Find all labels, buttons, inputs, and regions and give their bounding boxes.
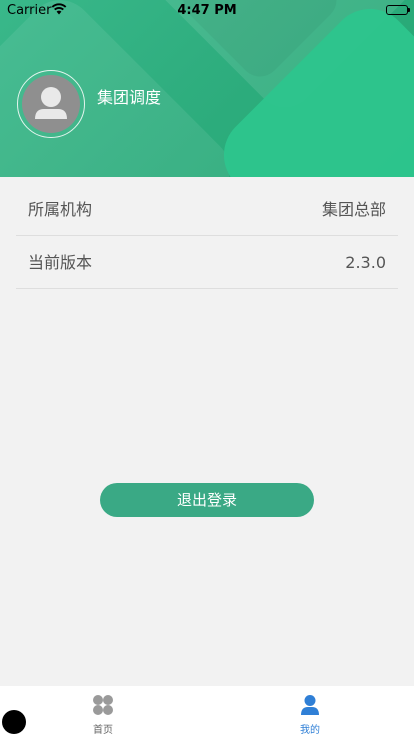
battery-icon [386,5,410,15]
tab-bar: 首页 我的 [0,686,414,736]
status-bar: Carrier 4:47 PM [0,0,414,20]
info-row-organization: 所属机构 集团总部 [16,184,398,236]
tab-home-label: 首页 [93,725,113,736]
tab-mine-label: 我的 [300,725,320,736]
tab-mine[interactable]: 我的 [255,686,365,736]
avatar[interactable] [17,70,85,138]
default-avatar-icon [22,75,80,133]
user-name: 集团调度 [97,88,162,107]
info-row-version: 当前版本 2.3.0 [16,237,398,289]
assistive-touch-button[interactable] [2,710,26,734]
person-icon [299,694,321,716]
grid-icon [92,694,114,716]
organization-value: 集团总部 [321,200,386,219]
organization-label: 所属机构 [28,200,93,219]
tab-home[interactable]: 首页 [48,686,158,736]
version-value: 2.3.0 [345,253,386,272]
profile-header: Carrier 4:47 PM 集团调度 [0,0,414,177]
logout-button[interactable]: 退出登录 [100,483,314,517]
version-label: 当前版本 [28,253,93,272]
clock: 4:47 PM [177,3,237,18]
